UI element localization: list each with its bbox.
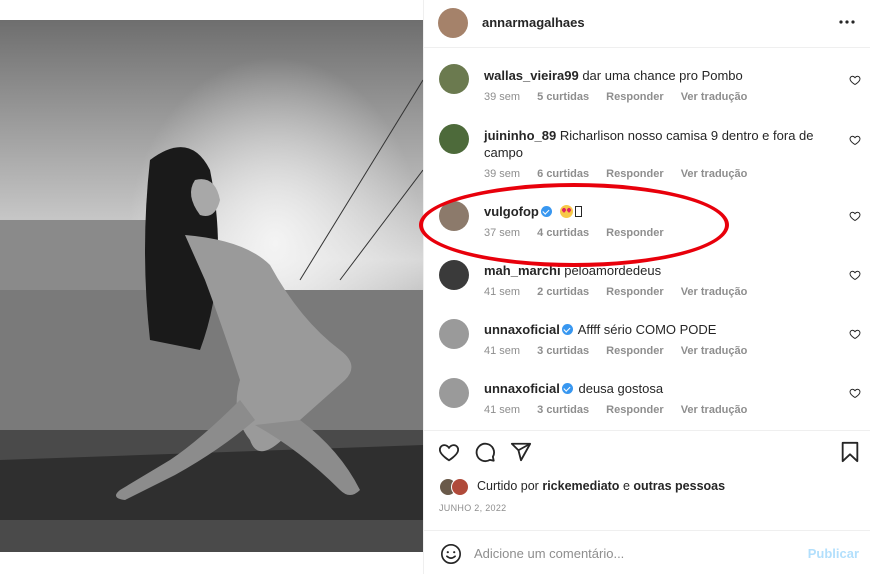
comment-likes[interactable]: 3 curtidas xyxy=(537,345,589,357)
comment-body: dar uma chance pro Pombo xyxy=(582,68,743,83)
liked-by-text: Curtido por rickemediato e outras pessoa… xyxy=(477,479,725,493)
verified-badge-icon xyxy=(561,383,573,394)
comment-likes[interactable]: 4 curtidas xyxy=(537,227,589,239)
comment-username[interactable]: unnaxoficial xyxy=(484,322,560,337)
liked-by-row: Curtido por rickemediato e outras pessoa… xyxy=(424,474,870,498)
comment-meta: 41 sem 3 curtidas Responder Ver tradução xyxy=(484,404,761,416)
bookmark-icon[interactable] xyxy=(839,441,861,463)
commenter-avatar[interactable] xyxy=(439,201,469,231)
comment-body: peloamordedeus xyxy=(564,263,662,278)
comment-meta: 41 sem 3 curtidas Responder Ver tradução xyxy=(484,345,761,357)
heart-icon[interactable] xyxy=(849,134,861,146)
commenter-avatar[interactable] xyxy=(439,64,469,94)
liked-by-prefix: Curtido por xyxy=(477,479,539,493)
comment-username[interactable]: unnaxoficial xyxy=(484,381,560,396)
comment-likes[interactable]: 3 curtidas xyxy=(537,404,589,416)
emoji-icon[interactable] xyxy=(440,543,462,565)
comment-meta: 39 sem 5 curtidas Responder Ver tradução xyxy=(484,91,761,103)
share-icon[interactable] xyxy=(510,441,532,463)
comment-text: mah_marchi peloamordedeus xyxy=(484,262,814,279)
comment-age[interactable]: 39 sem xyxy=(484,91,520,103)
reply-button[interactable]: Responder xyxy=(606,404,663,416)
comments-list[interactable]: wallas_vieira99 dar uma chance pro Pombo… xyxy=(424,48,870,430)
comment-input[interactable] xyxy=(474,541,774,565)
reply-button[interactable]: Responder xyxy=(606,227,663,239)
author-avatar[interactable] xyxy=(438,8,468,38)
unrendered-glyph-icon xyxy=(574,206,582,217)
comment-text: wallas_vieira99 dar uma chance pro Pombo xyxy=(484,67,814,84)
comment-age[interactable]: 37 sem xyxy=(484,227,520,239)
comment-likes[interactable]: 6 curtidas xyxy=(537,168,589,180)
comment-age[interactable]: 41 sem xyxy=(484,404,520,416)
translate-button[interactable]: Ver tradução xyxy=(681,286,748,298)
comment-age[interactable]: 41 sem xyxy=(484,286,520,298)
heart-icon[interactable] xyxy=(849,269,861,281)
comment-text: unnaxoficial deusa gostosa xyxy=(484,380,814,397)
comment-body: deusa gostosa xyxy=(578,381,664,396)
verified-badge-icon xyxy=(561,324,573,335)
comment-age[interactable]: 41 sem xyxy=(484,345,520,357)
comment-icon[interactable] xyxy=(474,441,496,463)
heart-icon[interactable] xyxy=(849,328,861,340)
author-username[interactable]: annarmagalhaes xyxy=(482,15,585,30)
publish-button[interactable]: Publicar xyxy=(808,546,859,561)
heart-icon[interactable] xyxy=(849,387,861,399)
comment-meta: 39 sem 6 curtidas Responder Ver tradução xyxy=(484,168,761,180)
liked-by-others[interactable]: outras pessoas xyxy=(633,479,725,493)
translate-button[interactable]: Ver tradução xyxy=(681,91,748,103)
comment-username[interactable]: vulgofop xyxy=(484,204,539,219)
post-side-panel: annarmagalhaes wallas_vieira99 dar uma c… xyxy=(423,0,870,574)
comment-body: Affff sério COMO PODE xyxy=(577,322,717,337)
comment-text: unnaxoficial Affff sério COMO PODE xyxy=(484,321,814,338)
reply-button[interactable]: Responder xyxy=(606,286,663,298)
comment-age[interactable]: 39 sem xyxy=(484,168,520,180)
translate-button[interactable]: Ver tradução xyxy=(681,404,748,416)
liked-by-user[interactable]: rickemediato xyxy=(542,479,619,493)
comment-username[interactable]: wallas_vieira99 xyxy=(484,68,579,83)
reply-button[interactable]: Responder xyxy=(606,168,663,180)
post-photo-pane xyxy=(0,0,423,574)
commenter-avatar[interactable] xyxy=(439,319,469,349)
translate-button[interactable]: Ver tradução xyxy=(681,168,748,180)
heart-icon[interactable] xyxy=(849,210,861,222)
post-photo[interactable] xyxy=(0,20,423,552)
comment-text: vulgofop xyxy=(484,203,814,220)
liker-avatar[interactable] xyxy=(451,478,469,496)
reply-button[interactable]: Responder xyxy=(606,345,663,357)
liked-by-connector: e xyxy=(622,479,630,493)
more-options-icon[interactable] xyxy=(835,10,859,34)
commenter-avatar[interactable] xyxy=(439,378,469,408)
comment-username[interactable]: juininho_89 xyxy=(484,128,556,143)
commenter-avatar[interactable] xyxy=(439,260,469,290)
heart-eyes-emoji-icon xyxy=(559,205,573,218)
verified-badge-icon xyxy=(540,206,552,217)
post-header: annarmagalhaes xyxy=(424,0,870,48)
comment-likes[interactable]: 5 curtidas xyxy=(537,91,589,103)
comment-text: juininho_89 Richarlison nosso camisa 9 d… xyxy=(484,127,814,161)
heart-icon[interactable] xyxy=(438,441,460,463)
comment-meta: 41 sem 2 curtidas Responder Ver tradução xyxy=(484,286,761,298)
post-date[interactable]: JUNHO 2, 2022 xyxy=(439,503,506,513)
reply-button[interactable]: Responder xyxy=(606,91,663,103)
add-comment-bar: Publicar xyxy=(424,530,870,574)
translate-button[interactable]: Ver tradução xyxy=(681,345,748,357)
comment-meta: 37 sem 4 curtidas Responder xyxy=(484,227,678,239)
post-actions-bar xyxy=(424,430,870,470)
commenter-avatar[interactable] xyxy=(439,124,469,154)
comment-likes[interactable]: 2 curtidas xyxy=(537,286,589,298)
heart-icon[interactable] xyxy=(849,74,861,86)
post-photo-image xyxy=(0,20,423,552)
comment-username[interactable]: mah_marchi xyxy=(484,263,561,278)
